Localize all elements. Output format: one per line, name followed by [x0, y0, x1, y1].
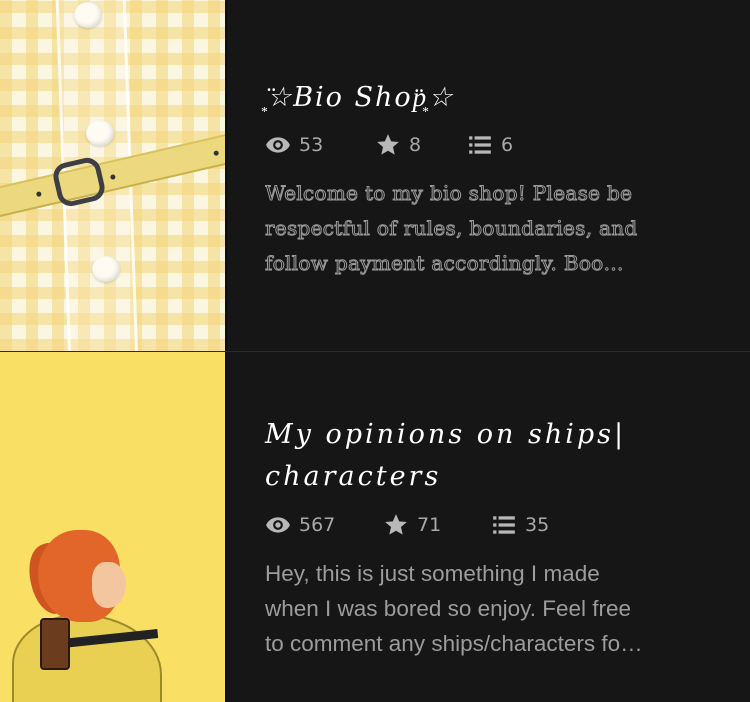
story-title-line: My opinions on ships|	[265, 419, 627, 450]
description-line: follow payment accordingly. Boo…	[265, 251, 624, 276]
votes-count: 8	[409, 134, 422, 156]
story-stats: 567 71 35	[265, 510, 720, 540]
story-title-text: ͙̈☆Bio Shop͙̈☆	[265, 82, 455, 113]
eye-icon	[266, 517, 290, 533]
story-cover-image[interactable]	[0, 352, 225, 702]
parts-stat: 6	[467, 132, 513, 158]
story-card[interactable]: ͙̈☆Bio Shop͙̈☆ 53 8 6 Welcome to my bio …	[0, 0, 750, 351]
dress-button	[74, 2, 102, 28]
parts-count: 35	[525, 514, 550, 536]
views-stat: 567	[265, 512, 383, 538]
story-card[interactable]: My opinions on ships| characters 567 71 …	[0, 351, 750, 702]
illustrated-woman	[0, 522, 225, 702]
dress-button	[86, 120, 114, 146]
story-description: Hey, this is just something I made when …	[265, 556, 715, 661]
description-line: respectful of rules, boundaries, and	[265, 216, 638, 241]
views-count: 53	[299, 134, 324, 156]
dress-button	[92, 256, 120, 282]
story-info: ͙̈☆Bio Shop͙̈☆ 53 8 6 Welcome to my bio …	[227, 0, 750, 351]
story-title[interactable]: ͙̈☆Bio Shop͙̈☆	[265, 78, 720, 118]
star-icon	[377, 134, 399, 155]
story-title[interactable]: My opinions on ships| characters	[265, 414, 720, 498]
list-icon	[469, 136, 491, 154]
star-icon	[385, 514, 407, 535]
views-count: 567	[299, 514, 336, 536]
votes-stat: 71	[383, 512, 491, 538]
story-description: Welcome to my bio shop! Please be respec…	[265, 176, 715, 281]
views-stat: 53	[265, 132, 375, 158]
parts-stat: 35	[491, 512, 549, 538]
story-list: ͙̈☆Bio Shop͙̈☆ 53 8 6 Welcome to my bio …	[0, 0, 750, 702]
story-info: My opinions on ships| characters 567 71 …	[227, 352, 750, 702]
description-line: Hey, this is just something I made	[265, 561, 600, 586]
mallet-head	[40, 618, 70, 670]
list-icon	[493, 516, 515, 534]
description-line: Welcome to my bio shop! Please be	[265, 181, 633, 206]
face	[92, 562, 126, 608]
story-title-line: characters	[265, 461, 442, 492]
votes-count: 71	[417, 514, 442, 536]
story-stats: 53 8 6	[265, 130, 720, 160]
eye-icon	[266, 137, 290, 153]
yellow-coat	[12, 614, 162, 702]
story-cover-image[interactable]	[0, 0, 225, 351]
description-line: when I was bored so enjoy. Feel free	[265, 596, 632, 621]
votes-stat: 8	[375, 132, 467, 158]
parts-count: 6	[501, 134, 514, 156]
description-line: to comment any ships/characters fo…	[265, 631, 643, 656]
